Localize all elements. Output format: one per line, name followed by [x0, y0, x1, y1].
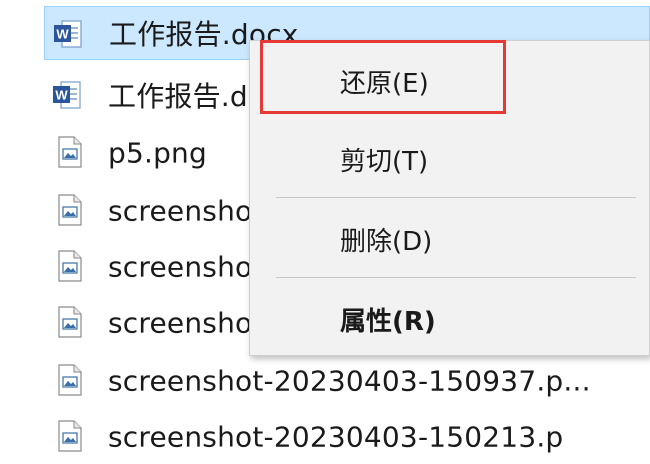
menu-item-label: 删除(D) [340, 226, 433, 257]
menu-separator [276, 277, 636, 278]
image-file-icon [58, 136, 82, 168]
highlight-box [260, 40, 506, 114]
file-name: 工作报告.d [108, 80, 248, 113]
menu-item-delete[interactable]: 删除(D) [250, 209, 649, 269]
svg-text:W: W [56, 27, 69, 42]
file-name: screenshot-20230403-150213.p [108, 420, 564, 454]
file-row[interactable]: screenshot-20230403-150213.p [44, 410, 650, 464]
file-name: screensho [108, 194, 253, 228]
file-name: p5.png [108, 136, 207, 170]
menu-item-label: 属性(R) [340, 306, 436, 337]
image-file-icon [58, 364, 82, 396]
file-name: screenshot-20230403-150937.p... [108, 364, 591, 398]
menu-item-properties[interactable]: 属性(R) [250, 289, 649, 349]
menu-separator [276, 197, 636, 198]
image-file-icon [58, 420, 82, 452]
menu-item-cut[interactable]: 剪切(T) [250, 129, 649, 189]
file-name: screensho [108, 250, 253, 284]
word-doc-icon: W [54, 20, 82, 48]
svg-text:W: W [55, 88, 68, 103]
image-file-icon [58, 194, 82, 226]
image-file-icon [58, 250, 82, 282]
file-row[interactable]: screenshot-20230403-150937.p... [44, 354, 650, 408]
file-name: screensho [108, 306, 253, 340]
word-doc-icon: W [53, 81, 81, 109]
menu-item-label: 剪切(T) [340, 146, 429, 177]
image-file-icon [58, 306, 82, 338]
